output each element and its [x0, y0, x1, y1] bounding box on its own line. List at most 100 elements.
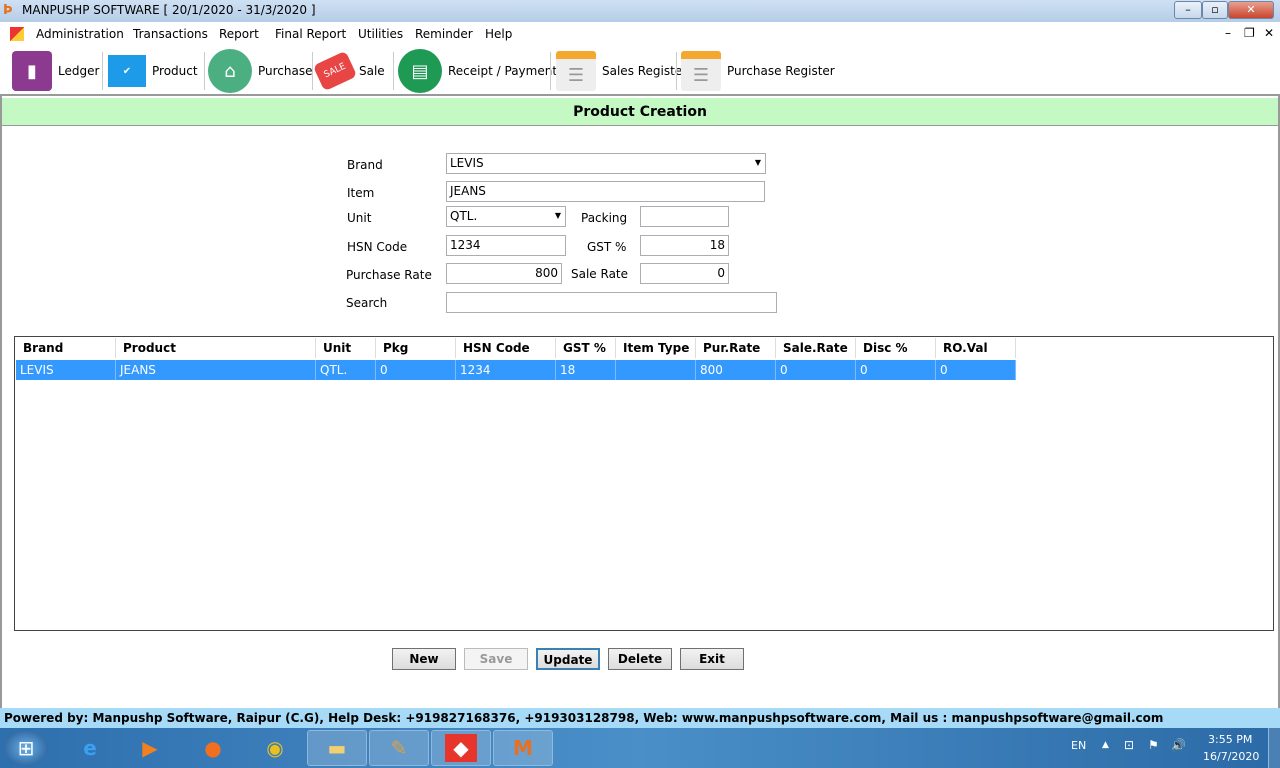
packing-label: Packing	[581, 211, 628, 225]
mdi-restore-button[interactable]: ❐	[1244, 26, 1255, 40]
column-header-disc[interactable]: Disc %	[856, 338, 936, 358]
clock-date[interactable]: 16/7/2020	[1203, 750, 1259, 763]
volume-icon[interactable]: 🔊	[1171, 738, 1186, 752]
toolbar-purchase-button[interactable]: ⌂ Purchase	[208, 48, 313, 94]
cell-hsn: 1234	[456, 360, 556, 380]
taskbar-chrome-icon[interactable]: ◉	[245, 730, 305, 766]
search-label: Search	[346, 296, 388, 310]
title-bar: Ϸ MANPUSHP SOFTWARE [ 20/1/2020 - 31/3/2…	[0, 0, 1280, 22]
taskbar: ⊞ e ▶ ● ◉ ▬ ✎ ◆ M EN ▲ ⊡ ⚑ 🔊 3:55 PM 16/…	[0, 728, 1280, 768]
column-header-item-type[interactable]: Item Type	[616, 338, 696, 358]
sale-rate-input[interactable]: 0	[640, 263, 729, 284]
app-logo-icon: Ϸ	[3, 3, 13, 18]
toolbar-label: Ledger	[58, 64, 100, 78]
hsn-label: HSN Code	[347, 240, 408, 254]
basket-icon: ⌂	[208, 49, 252, 93]
purchase-rate-input[interactable]: 800	[446, 263, 562, 284]
packing-input[interactable]	[640, 206, 729, 227]
item-input[interactable]: JEANS	[446, 181, 765, 202]
taskbar-firefox-icon[interactable]: ●	[183, 730, 243, 766]
unit-dropdown[interactable]: QTL.	[446, 206, 566, 227]
toolbar-ledger-button[interactable]: ▮ Ledger	[12, 48, 99, 94]
product-grid[interactable]: Brand Product Unit Pkg HSN Code GST % It…	[14, 336, 1274, 631]
page-title: Product Creation	[2, 98, 1278, 126]
column-header-brand[interactable]: Brand	[16, 338, 116, 358]
action-center-flag-icon[interactable]: ⚑	[1148, 738, 1159, 752]
divider	[393, 52, 394, 90]
ledger-book-icon: ▮	[12, 51, 52, 91]
column-header-gst[interactable]: GST %	[556, 338, 616, 358]
column-header-unit[interactable]: Unit	[316, 338, 376, 358]
brand-dropdown[interactable]: LEVIS	[446, 153, 766, 174]
maximize-button[interactable]: ▫	[1202, 1, 1228, 19]
sale-rate-label: Sale Rate	[571, 267, 629, 281]
menu-help[interactable]: Help	[485, 27, 512, 41]
delete-button[interactable]: Delete	[608, 648, 672, 670]
search-input[interactable]	[446, 292, 777, 313]
toolbar: ▮ Ledger ✔ Product ⌂ Purchase SALE Sale ▤ Rec…	[0, 46, 1280, 96]
toolbar-sale-button[interactable]: SALE Sale	[312, 48, 385, 94]
brand-label: Brand	[347, 158, 383, 172]
menu-report[interactable]: Report	[219, 27, 259, 41]
taskbar-media-player-icon[interactable]: ▶	[120, 730, 180, 766]
minimize-button[interactable]: –	[1174, 1, 1202, 19]
toolbar-label: Receipt / Payment	[448, 64, 558, 78]
taskbar-anydesk-icon[interactable]: ◆	[431, 730, 491, 766]
products-check-icon: ✔	[108, 55, 146, 87]
divider	[550, 52, 551, 90]
divider	[204, 52, 205, 90]
column-header-product[interactable]: Product	[116, 338, 316, 358]
unit-label: Unit	[347, 211, 372, 225]
mdi-minimize-button[interactable]: –	[1225, 26, 1231, 40]
gst-input[interactable]: 18	[640, 235, 729, 256]
exit-button[interactable]: Exit	[680, 648, 744, 670]
mdi-close-button[interactable]: ✕	[1264, 26, 1274, 40]
taskbar-ie-icon[interactable]: e	[60, 730, 120, 766]
toolbar-sales-register-button[interactable]: ☰ Sales Register	[556, 48, 687, 94]
column-header-hsn[interactable]: HSN Code	[456, 338, 556, 358]
column-header-pur-rate[interactable]: Pur.Rate	[696, 338, 776, 358]
column-header-sale-rate[interactable]: Sale.Rate	[776, 338, 856, 358]
tray-expand-icon[interactable]: ▲	[1102, 740, 1109, 750]
column-header-pkg[interactable]: Pkg	[376, 338, 456, 358]
toolbar-label: Purchase	[258, 64, 313, 78]
taskbar-manpushp-icon[interactable]: M	[493, 730, 553, 766]
divider	[676, 52, 677, 90]
menu-reminder[interactable]: Reminder	[415, 27, 473, 41]
cell-ro-val: 0	[936, 360, 1016, 380]
new-button[interactable]: New	[392, 648, 456, 670]
taskbar-explorer-icon[interactable]: ▬	[307, 730, 367, 766]
sale-tag-icon: SALE	[312, 50, 358, 92]
purchase-rate-label: Purchase Rate	[346, 268, 432, 282]
toolbar-purchase-register-button[interactable]: ☰ Purchase Register	[681, 48, 835, 94]
clock-time[interactable]: 3:55 PM	[1208, 733, 1252, 746]
update-button[interactable]: Update	[536, 648, 600, 670]
toolbar-receipt-payment-button[interactable]: ▤ Receipt / Payment	[398, 48, 557, 94]
toolbar-label: Purchase Register	[727, 64, 835, 78]
menu-administration[interactable]: Administration	[36, 27, 124, 41]
cell-disc: 0	[856, 360, 936, 380]
start-button[interactable]: ⊞	[4, 730, 48, 766]
network-icon[interactable]: ⊡	[1124, 738, 1134, 752]
toolbar-product-button[interactable]: ✔ Product	[108, 48, 198, 94]
cell-sale-rate: 0	[776, 360, 856, 380]
cell-brand: LEVIS	[16, 360, 116, 380]
save-button[interactable]: Save	[464, 648, 528, 670]
gst-label: GST %	[587, 240, 627, 254]
menu-utilities[interactable]: Utilities	[358, 27, 403, 41]
cell-pkg: 0	[376, 360, 456, 380]
close-button[interactable]: ✕	[1228, 1, 1274, 19]
menu-transactions[interactable]: Transactions	[133, 27, 208, 41]
toolbar-label: Product	[152, 64, 198, 78]
menu-final-report[interactable]: Final Report	[275, 27, 346, 41]
cell-pur-rate: 800	[696, 360, 776, 380]
cell-product: JEANS	[116, 360, 316, 380]
app-menu-icon[interactable]	[10, 27, 24, 41]
cell-item-type	[616, 360, 696, 380]
language-indicator[interactable]: EN	[1071, 739, 1086, 752]
register-icon: ☰	[556, 51, 596, 91]
hsn-input[interactable]: 1234	[446, 235, 566, 256]
column-header-ro-val[interactable]: RO.Val	[936, 338, 1016, 358]
taskbar-paint-icon[interactable]: ✎	[369, 730, 429, 766]
show-desktop-button[interactable]	[1268, 728, 1280, 768]
